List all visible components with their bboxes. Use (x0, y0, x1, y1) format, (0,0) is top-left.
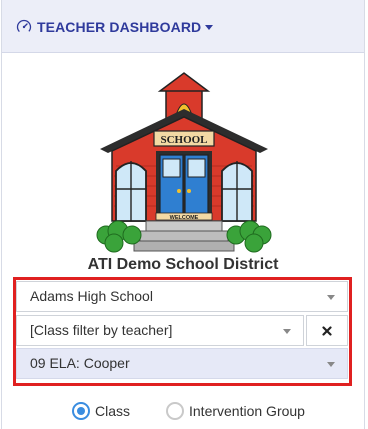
radio-intervention-group-label: Intervention Group (189, 403, 305, 419)
logo-mat-text: WELCOME (170, 215, 199, 221)
district-name: ATI Demo School District (87, 256, 279, 273)
radio-class-label: Class (95, 403, 131, 419)
radio-selected-icon[interactable] (72, 402, 90, 420)
chevron-down-icon (327, 295, 335, 300)
group-type-radio-group: Class Intervention Group (0, 402, 368, 422)
panel-header: TEACHER DASHBOARD (2, 0, 364, 53)
school-house-logo: SCHOOL WELCOME (96, 72, 272, 253)
chevron-down-icon (283, 329, 291, 334)
school-select-value: Adams High School (30, 288, 153, 304)
chevron-down-icon (327, 362, 335, 367)
teacher-dashboard-dropdown[interactable]: TEACHER DASHBOARD (16, 16, 214, 38)
gauge-icon (16, 19, 32, 35)
dashboard-title: TEACHER DASHBOARD (37, 19, 202, 35)
clear-teacher-filter-button[interactable] (306, 315, 348, 346)
logo-sign-text: SCHOOL (160, 134, 207, 146)
right-window (221, 161, 253, 222)
teacher-filter-select[interactable]: [Class filter by teacher] (16, 315, 304, 346)
close-icon (322, 325, 332, 336)
class-select-value: 09 ELA: Cooper (30, 355, 130, 371)
left-window (115, 161, 147, 222)
chevron-down-icon (205, 24, 214, 30)
school-select[interactable]: Adams High School (16, 281, 348, 312)
radio-class[interactable]: Class (72, 402, 130, 420)
radio-intervention-group[interactable]: Intervention Group (166, 402, 305, 420)
radio-unselected-icon[interactable] (166, 402, 184, 420)
teacher-filter-value: [Class filter by teacher] (30, 322, 173, 338)
class-select[interactable]: 09 ELA: Cooper (16, 348, 348, 379)
